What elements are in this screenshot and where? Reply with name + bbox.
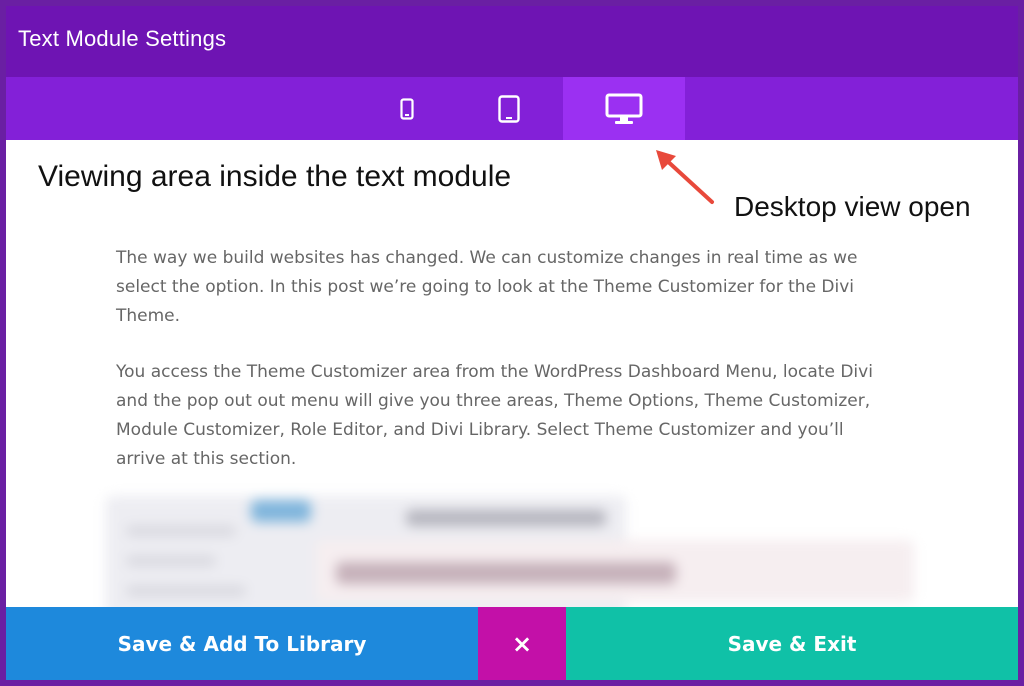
save-and-add-to-library-button[interactable]: Save & Add To Library: [6, 607, 478, 680]
modal-header: Text Module Settings: [6, 6, 1018, 77]
settings-modal: Text Module Settings Viewing area inside: [0, 0, 1024, 686]
close-button[interactable]: ×: [478, 607, 566, 680]
tablet-icon: [498, 94, 520, 123]
annotation-viewing-area: Viewing area inside the text module: [38, 160, 512, 193]
modal-title: Text Module Settings: [18, 26, 227, 51]
annotation-arrow-icon: [656, 150, 714, 204]
phone-icon: [400, 97, 414, 120]
close-icon: ×: [511, 629, 533, 658]
content-paragraph-2: You access the Theme Customizer area fro…: [116, 362, 873, 469]
tab-desktop-view[interactable]: [563, 77, 685, 140]
desktop-icon: [605, 93, 643, 124]
save-and-exit-button[interactable]: Save & Exit: [566, 607, 1018, 680]
modal-footer: Save & Add To Library × Save & Exit: [6, 607, 1018, 680]
annotation-desktop-view: Desktop view open: [734, 191, 971, 222]
blurred-screenshot-preview: [106, 496, 914, 607]
tab-tablet-view[interactable]: [448, 77, 570, 140]
module-content-area: Viewing area inside the text module Desk…: [6, 140, 1018, 607]
device-tabs: [6, 77, 1018, 140]
content-paragraph-1: The way we build websites has changed. W…: [116, 248, 858, 326]
